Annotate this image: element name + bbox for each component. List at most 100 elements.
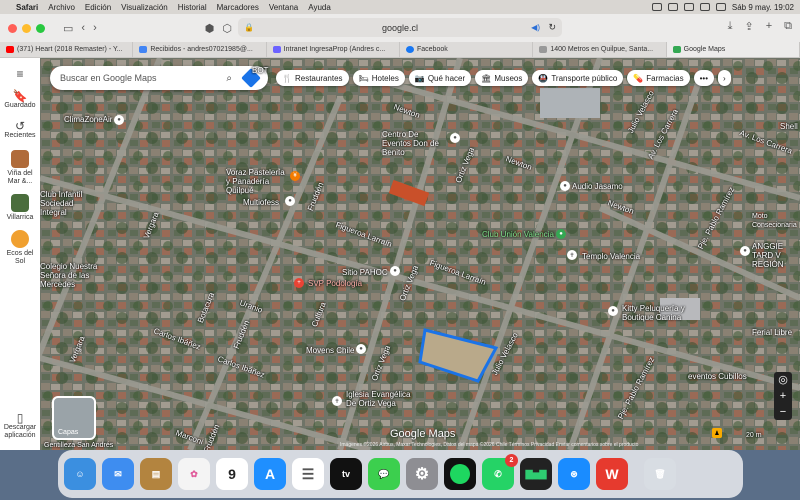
system-settings-icon[interactable]: ⚙ bbox=[406, 458, 438, 490]
menu-app[interactable]: Safari bbox=[16, 3, 38, 12]
chip-transporte[interactable]: 🚇 Transporte público bbox=[532, 70, 624, 86]
place-pin[interactable]: ● bbox=[450, 133, 460, 143]
tab-gmail[interactable]: Recibidos - andres07021985@... bbox=[133, 42, 267, 57]
calendar-icon[interactable]: 9 bbox=[216, 458, 248, 490]
zoom-out-button[interactable]: − bbox=[780, 404, 786, 420]
place-label-kitty[interactable]: Kitty Peluquería y Boutique Canina bbox=[622, 304, 702, 322]
place-label-club-infantil[interactable]: Club Infantil Sociedad Integral bbox=[40, 190, 94, 217]
place-pin[interactable]: ● bbox=[740, 246, 750, 256]
privacy-icon[interactable]: ⬡ bbox=[222, 22, 232, 35]
tab-google-maps[interactable]: Google Maps bbox=[666, 42, 800, 57]
close-window-button[interactable] bbox=[8, 23, 17, 33]
control-center-icon[interactable] bbox=[715, 3, 726, 11]
whatsapp-icon[interactable]: ✆ 2 bbox=[482, 454, 518, 490]
speaker-icon[interactable]: ◀) bbox=[531, 23, 540, 32]
chip-que-hacer[interactable]: 📷 Qué hacer bbox=[408, 70, 472, 86]
zoom-window-button[interactable] bbox=[36, 23, 45, 33]
url-text[interactable]: google.cl bbox=[382, 23, 418, 33]
church-pin[interactable]: ✝ bbox=[567, 250, 577, 260]
place-pin-green[interactable]: ● bbox=[556, 229, 566, 239]
apple-tv-icon[interactable]: tv bbox=[330, 458, 362, 490]
download-icon[interactable]: ⤓ bbox=[728, 20, 733, 33]
place-label-iglesia[interactable]: Iglesia Evangélica De Ortiz Vega bbox=[346, 390, 416, 408]
app-store-icon[interactable]: A bbox=[254, 458, 286, 490]
menu-archivo[interactable]: Archivo bbox=[48, 3, 75, 12]
tab-youtube[interactable]: (371) Heart (2018 Remaster) - Y... bbox=[0, 42, 134, 57]
street-view-pegman-icon[interactable]: ♟ bbox=[712, 428, 722, 438]
place-label-ferial[interactable]: Ferial Libre bbox=[752, 328, 792, 337]
reload-icon[interactable]: ↻ bbox=[548, 22, 556, 33]
map-attribution[interactable]: Imágenes ©2026 Airbus, Maxar Technologie… bbox=[340, 442, 638, 448]
back-icon[interactable]: ‹ bbox=[81, 22, 85, 34]
shield-icon[interactable]: ⬢ bbox=[205, 22, 215, 35]
place-label-movens[interactable]: Movens Chile bbox=[306, 346, 354, 355]
place-pin[interactable]: ● bbox=[390, 266, 400, 276]
chip-farmacias[interactable]: 💊 Farmacias bbox=[627, 70, 690, 86]
place-label-colegio[interactable]: Colegio Nuestra Señora de las Mercedes bbox=[40, 262, 120, 289]
menu-button[interactable]: ≡ bbox=[16, 68, 23, 80]
place-label-anggie[interactable]: ANGGIE TARD V REGIÓN bbox=[752, 242, 800, 269]
clock[interactable]: Sáb 9 may. 19:02 bbox=[732, 3, 794, 12]
address-bar[interactable]: 🔒 google.cl ◀) ↻ bbox=[238, 18, 562, 37]
messages-icon[interactable]: 💬 bbox=[368, 458, 400, 490]
place-label-don-benito[interactable]: Centro De Eventos Don de Benito bbox=[382, 130, 446, 157]
sidebar-toggle-icon[interactable]: ▭ bbox=[63, 22, 73, 35]
tab-facebook[interactable]: Facebook bbox=[400, 42, 534, 57]
menu-historial[interactable]: Historial bbox=[178, 3, 207, 12]
chip-museos[interactable]: 🏛 Museos bbox=[475, 70, 529, 86]
menu-edicion[interactable]: Edición bbox=[85, 3, 111, 12]
menu-ventana[interactable]: Ventana bbox=[269, 3, 298, 12]
place-label-club-union[interactable]: Club Unión Valencia bbox=[482, 230, 554, 239]
map-canvas[interactable]: Buscar en Google Maps ⌕ 🍴 Restaurantes 🛏 H… bbox=[40, 58, 800, 450]
chip-restaurantes[interactable]: 🍴 Restaurantes bbox=[276, 70, 349, 86]
place-label-cubillos[interactable]: eventos Cubillos bbox=[688, 372, 747, 381]
minimize-window-button[interactable] bbox=[22, 23, 31, 33]
place-label-sitio[interactable]: Sitio PAHOC bbox=[342, 268, 388, 277]
menu-visualizacion[interactable]: Visualización bbox=[121, 3, 168, 12]
place-pin[interactable]: ● bbox=[560, 181, 570, 191]
chip-more[interactable]: ••• bbox=[693, 70, 714, 86]
display-icon[interactable] bbox=[667, 3, 678, 11]
place-label-voraz[interactable]: Voraz Pastelería y Panadería Quilpué bbox=[226, 168, 288, 195]
contacts-icon[interactable]: ▤ bbox=[140, 458, 172, 490]
share-icon[interactable]: ⇪ bbox=[744, 20, 753, 33]
place-label-audio[interactable]: Audio Jasamo bbox=[572, 182, 623, 191]
spotify-icon[interactable] bbox=[444, 458, 476, 490]
scale-bar[interactable]: 20 m bbox=[746, 432, 762, 439]
my-location-icon[interactable]: ◎ bbox=[778, 372, 788, 388]
reminders-icon[interactable]: ☰ bbox=[292, 458, 324, 490]
church-pin[interactable]: ✝ bbox=[332, 396, 342, 406]
health-pin[interactable]: + bbox=[294, 278, 304, 288]
search-input[interactable]: Buscar en Google Maps bbox=[60, 73, 157, 83]
forward-icon[interactable]: › bbox=[93, 22, 97, 34]
recent-place-villarrica[interactable]: Villarrica bbox=[7, 194, 33, 222]
maps-search-box[interactable]: Buscar en Google Maps ⌕ bbox=[50, 66, 268, 90]
safari-icon[interactable]: ⊛ bbox=[558, 458, 590, 490]
mail-icon[interactable]: ✉ bbox=[102, 458, 134, 490]
stocks-icon[interactable]: ▇▅▇ bbox=[520, 458, 552, 490]
tab-intranet[interactable]: Intranet IngresaProp (Andres c... bbox=[267, 42, 400, 57]
search-icon[interactable]: ⌕ bbox=[226, 73, 232, 84]
chips-next-button[interactable]: › bbox=[718, 70, 731, 86]
place-label-moto[interactable]: Moto Consecionaria bbox=[752, 212, 800, 230]
finder-icon[interactable]: ☺ bbox=[64, 458, 96, 490]
place-label-shell[interactable]: Shell bbox=[780, 122, 798, 131]
download-app-button[interactable]: ▯ Descargar aplicación bbox=[1, 412, 39, 440]
place-pin[interactable]: ● bbox=[114, 115, 124, 125]
saved-button[interactable]: 🔖 Guardado bbox=[4, 90, 35, 110]
place-label-templo[interactable]: Templo Valencia bbox=[582, 252, 640, 261]
place-label-multiofess[interactable]: Multiofess bbox=[243, 198, 279, 207]
trash-icon[interactable]: 🗑 bbox=[644, 458, 676, 490]
tab-listing[interactable]: 1400 Metros en Quilpue, Santa... bbox=[533, 42, 667, 57]
new-tab-icon[interactable]: + bbox=[766, 20, 772, 33]
wifi-icon[interactable] bbox=[699, 3, 710, 11]
recent-button[interactable]: ↺ Recientes bbox=[4, 120, 36, 140]
place-label-gentilleza[interactable]: Gentilleza San Andrés bbox=[44, 442, 113, 449]
place-label-climazone[interactable]: ClimaZoneAir bbox=[64, 115, 112, 124]
recent-place-ecos[interactable]: Ecos del Sol bbox=[5, 230, 35, 266]
restaurant-pin[interactable]: ¥ bbox=[290, 171, 300, 181]
place-label-bot[interactable]: BOT bbox=[252, 66, 268, 75]
tab-overview-icon[interactable]: ⧉ bbox=[784, 20, 792, 33]
menu-ayuda[interactable]: Ayuda bbox=[308, 3, 331, 12]
zoom-in-button[interactable]: + bbox=[780, 388, 786, 404]
